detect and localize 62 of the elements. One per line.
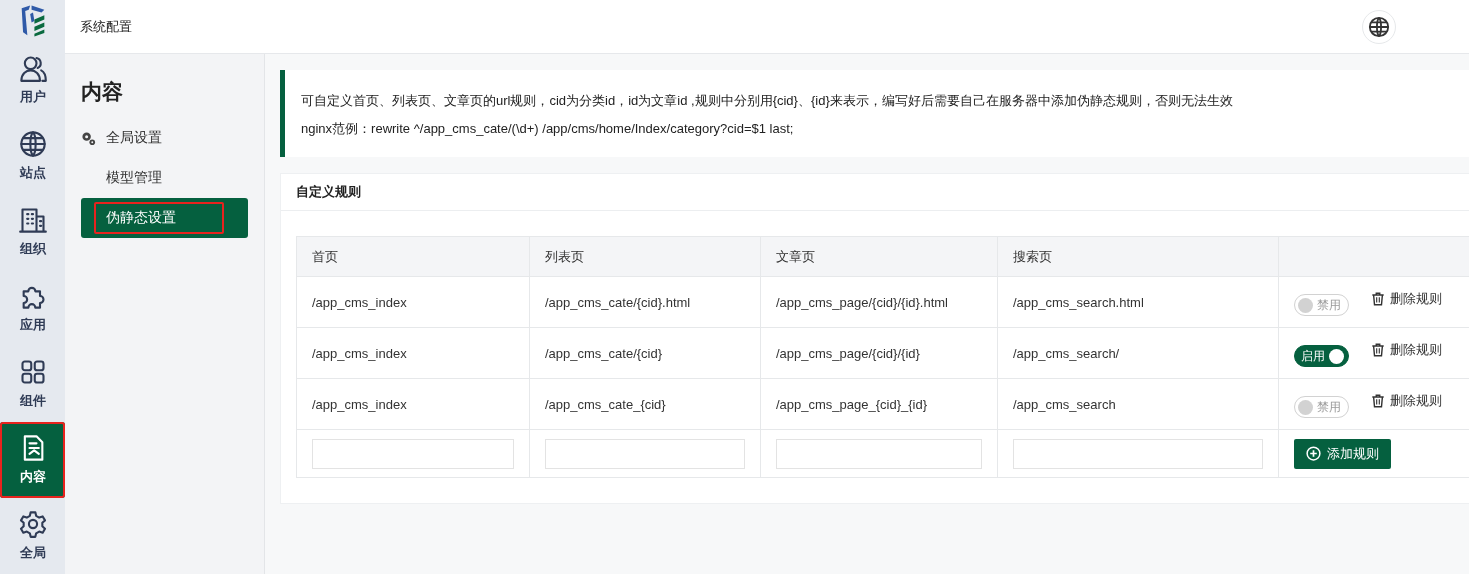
notice-text: nginx范例：rewrite ^/app_cms_cate/(\d+) /app/cms/home/Index/category?cid=$1 last;: [301, 120, 795, 138]
table-cell: /app_cms_index: [296, 378, 530, 430]
table-cell: /app_cms_index: [296, 327, 530, 379]
language-button[interactable]: [1362, 9, 1396, 44]
nav-label: 站点: [19, 164, 46, 182]
input-field[interactable]: [776, 438, 982, 469]
nav-item[interactable]: 内容: [0, 422, 65, 498]
nav-item[interactable]: 用户: [0, 42, 65, 118]
menu-item[interactable]: 伪静态设置: [81, 198, 248, 238]
nav-item[interactable]: 应用: [0, 270, 65, 346]
menu-label: 模型管理: [106, 169, 162, 187]
nav-item[interactable]: 组织: [0, 194, 65, 270]
delete-button[interactable]: 删除规则: [1371, 290, 1442, 308]
section-title: 内容: [81, 79, 124, 105]
nav-item[interactable]: 全局: [0, 498, 65, 574]
globe-icon: [1368, 15, 1390, 38]
table-cell: /app_cms_page/{cid}/{id}: [760, 327, 998, 379]
toggle-switch[interactable]: 启用: [1294, 345, 1349, 367]
nav-label: 组件: [19, 392, 46, 410]
gears-icon: [81, 130, 96, 146]
trash-icon: [1371, 394, 1385, 408]
trash-icon: [1371, 292, 1385, 306]
input-field[interactable]: [1013, 438, 1263, 469]
nav-label: 用户: [19, 88, 46, 106]
menu-label: 全局设置: [106, 129, 162, 147]
people-icon: [18, 54, 47, 82]
card-title: 自定义规则: [281, 174, 1469, 211]
nav-label: 组织: [19, 240, 46, 258]
input-field[interactable]: [312, 438, 514, 469]
globe-icon: [18, 130, 47, 158]
notice-text: 可自定义首页、列表页、文章页的url规则，cid为分类id，id为文章id ,规则中分别用{cid}、{id}来表示，编写好后需要自己在服务器中添加伪静态规则，否则无法生效: [301, 92, 1234, 110]
table-cell: /app_cms_page/{cid}/{id}.html: [760, 276, 998, 328]
plus-circle-icon: [1306, 446, 1321, 461]
nav-item[interactable]: 组件: [0, 346, 65, 422]
delete-button[interactable]: 删除规则: [1371, 341, 1442, 359]
column-header: 列表页: [529, 236, 761, 277]
menu-label: 伪静态设置: [94, 202, 224, 234]
add-rule-button[interactable]: 添加规则: [1294, 438, 1391, 469]
nav-item[interactable]: 站点: [0, 118, 65, 194]
building-icon: [18, 206, 47, 234]
delete-button[interactable]: 删除规则: [1371, 392, 1442, 410]
page-title: 系统配置: [80, 17, 133, 36]
column-header: 搜索页: [997, 236, 1279, 277]
table-cell: /app_cms_cate_{cid}: [529, 378, 761, 430]
table-cell: /app_cms_cate/{cid}: [529, 327, 761, 379]
table-cell: /app_cms_index: [296, 276, 530, 328]
column-header: 首页: [296, 236, 530, 277]
menu-item[interactable]: 模型管理: [81, 158, 248, 198]
gear-icon: [18, 510, 47, 538]
column-header: 文章页: [760, 236, 998, 277]
grid-icon: [18, 358, 47, 386]
table-cell: /app_cms_search.html: [997, 276, 1279, 328]
table-cell: /app_cms_search: [997, 378, 1279, 430]
nav-label: 全局: [19, 544, 46, 562]
trash-icon: [1371, 343, 1385, 357]
input-field[interactable]: [545, 438, 745, 469]
menu-item[interactable]: 全局设置: [81, 118, 248, 158]
nav-label: 应用: [19, 316, 46, 334]
nav-label: 内容: [19, 468, 46, 486]
table-cell: /app_cms_search/: [997, 327, 1279, 379]
table-cell: /app_cms_page_{cid}_{id}: [760, 378, 998, 430]
table-cell: /app_cms_cate/{cid}.html: [529, 276, 761, 328]
